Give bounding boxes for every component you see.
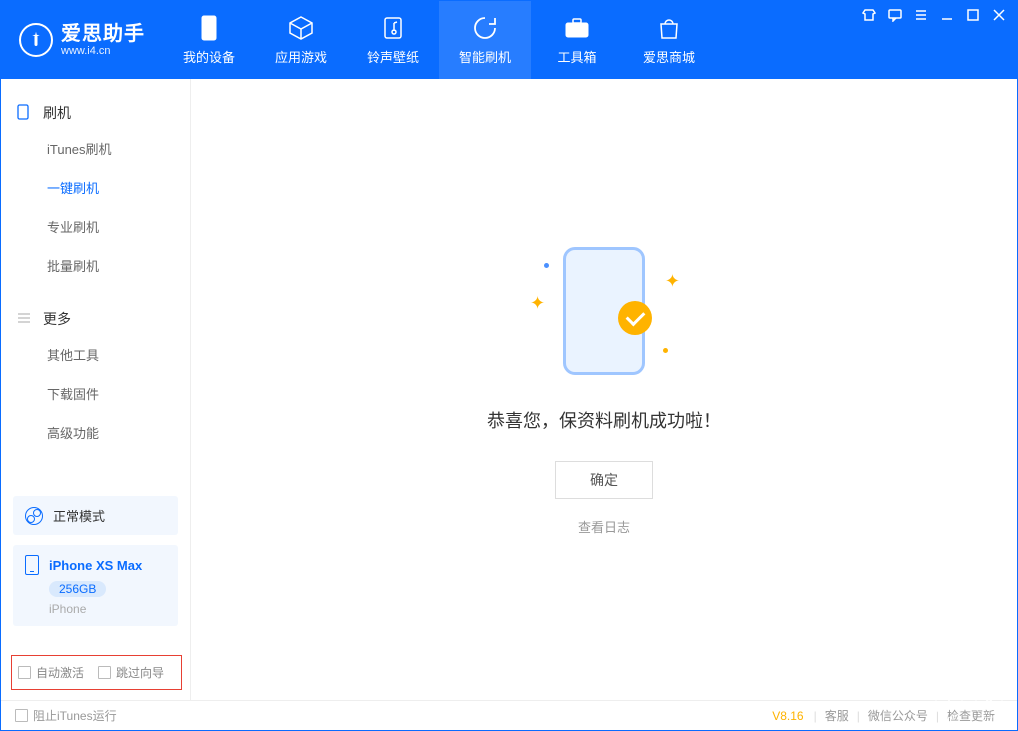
brand-name: 爱思助手 <box>61 23 145 45</box>
check-badge-icon <box>618 301 652 335</box>
logo: 爱思助手 www.i4.cn <box>1 1 163 79</box>
side-group-flash: 刷机 iTunes刷机 一键刷机 专业刷机 批量刷机 <box>1 97 190 285</box>
nav: 我的设备 应用游戏 铃声壁纸 智能刷机 工具箱 爱思商城 <box>163 1 715 79</box>
list-icon <box>17 311 33 327</box>
option-auto-activate[interactable]: 自动激活 <box>18 664 84 681</box>
brand-url: www.i4.cn <box>61 45 145 57</box>
mode-card[interactable]: 正常模式 <box>13 496 178 535</box>
mode-label: 正常模式 <box>53 506 105 525</box>
menu-icon[interactable] <box>913 7 929 23</box>
options-box: 自动激活 跳过向导 <box>11 655 182 690</box>
close-icon[interactable] <box>991 7 1007 23</box>
skin-icon[interactable] <box>861 7 877 23</box>
footer-link-support[interactable]: 客服 <box>817 707 857 724</box>
view-log-link[interactable]: 查看日志 <box>578 517 630 536</box>
sparkle-icon: ✦ <box>665 271 680 292</box>
cube-icon <box>288 15 314 41</box>
dot-icon <box>544 263 549 268</box>
briefcase-icon <box>564 15 590 41</box>
checkbox-icon <box>15 709 28 722</box>
footer-link-wechat[interactable]: 微信公众号 <box>860 707 936 724</box>
device-card[interactable]: iPhone XS Max 256GB iPhone <box>13 545 178 626</box>
confirm-button[interactable]: 确定 <box>555 461 653 499</box>
dot-icon <box>663 348 668 353</box>
nav-toolbox[interactable]: 工具箱 <box>531 1 623 79</box>
window-controls <box>861 7 1007 23</box>
version-label: V8.16 <box>772 709 803 723</box>
nav-my-device[interactable]: 我的设备 <box>163 1 255 79</box>
footer: 阻止iTunes运行 V8.16 | 客服 | 微信公众号 | 检查更新 <box>1 700 1017 730</box>
mode-icon <box>25 507 43 525</box>
music-note-icon <box>380 15 406 41</box>
nav-store[interactable]: 爱思商城 <box>623 1 715 79</box>
side-item-one-click-flash[interactable]: 一键刷机 <box>1 168 190 207</box>
device-panel: 正常模式 iPhone XS Max 256GB iPhone <box>13 496 178 626</box>
side-group-more: 更多 其他工具 下载固件 高级功能 <box>1 303 190 452</box>
feedback-icon[interactable] <box>887 7 903 23</box>
header-right <box>935 690 1003 718</box>
side-item-other-tools[interactable]: 其他工具 <box>1 335 190 374</box>
phone-icon <box>196 15 222 41</box>
app-window: 爱思助手 www.i4.cn 我的设备 应用游戏 铃声壁纸 智能刷机 <box>0 0 1018 731</box>
main-content: ✦ ✦ 恭喜您，保资料刷机成功啦！ 确定 查看日志 <box>191 79 1017 700</box>
refresh-icon <box>472 15 498 41</box>
nav-smart-flash[interactable]: 智能刷机 <box>439 1 531 79</box>
side-header-flash[interactable]: 刷机 <box>1 97 190 129</box>
phone-small-icon <box>17 104 33 123</box>
sidebar: 刷机 iTunes刷机 一键刷机 专业刷机 批量刷机 更多 其他工具 下载固件 <box>1 79 191 700</box>
side-item-pro-flash[interactable]: 专业刷机 <box>1 207 190 246</box>
side-item-download-firmware[interactable]: 下载固件 <box>1 374 190 413</box>
device-icon <box>25 555 39 575</box>
sparkle-icon: ✦ <box>530 293 545 314</box>
checkbox-icon <box>98 666 111 679</box>
option-skip-wizard[interactable]: 跳过向导 <box>98 664 164 681</box>
user-icon[interactable] <box>975 690 1003 718</box>
maximize-icon[interactable] <box>965 7 981 23</box>
device-capacity: 256GB <box>49 581 106 597</box>
side-item-batch-flash[interactable]: 批量刷机 <box>1 246 190 285</box>
header: 爱思助手 www.i4.cn 我的设备 应用游戏 铃声壁纸 智能刷机 <box>1 1 1017 79</box>
checkbox-icon <box>18 666 31 679</box>
side-header-more[interactable]: 更多 <box>1 303 190 335</box>
device-type: iPhone <box>49 602 166 616</box>
block-itunes-checkbox[interactable]: 阻止iTunes运行 <box>15 707 117 724</box>
bag-icon <box>656 15 682 41</box>
logo-icon <box>19 23 53 57</box>
success-illustration: ✦ ✦ <box>514 243 694 383</box>
nav-ringtones[interactable]: 铃声壁纸 <box>347 1 439 79</box>
minimize-icon[interactable] <box>939 7 955 23</box>
nav-apps-games[interactable]: 应用游戏 <box>255 1 347 79</box>
download-icon[interactable] <box>935 690 963 718</box>
success-message: 恭喜您，保资料刷机成功啦！ <box>487 407 721 433</box>
side-item-advanced[interactable]: 高级功能 <box>1 413 190 452</box>
body: 刷机 iTunes刷机 一键刷机 专业刷机 批量刷机 更多 其他工具 下载固件 <box>1 79 1017 700</box>
device-name: iPhone XS Max <box>49 558 142 573</box>
side-item-itunes-flash[interactable]: iTunes刷机 <box>1 129 190 168</box>
